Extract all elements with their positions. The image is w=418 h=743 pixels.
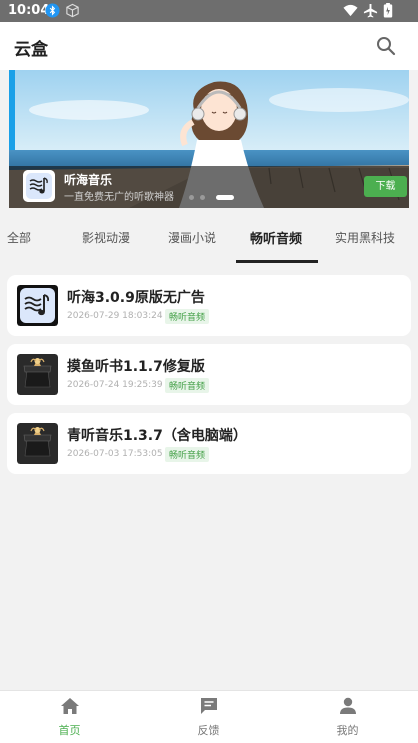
download-button[interactable]: 下载 [364, 176, 407, 197]
item-date: 2026-07-29 18:03:24 [67, 311, 163, 321]
list-item[interactable]: 听海3.0.9原版无广告 2026-07-29 18:03:24 畅听音频 [7, 275, 411, 336]
banner-dot[interactable] [200, 195, 205, 200]
nav-home[interactable]: 首页 [0, 691, 139, 743]
tab-tools[interactable]: 实用黑科技 [335, 229, 395, 246]
tab-all[interactable]: 全部 [7, 229, 31, 246]
status-time: 10:04 [8, 3, 50, 18]
tab-comics-novels[interactable]: 漫画小说 [168, 229, 216, 246]
person-icon [340, 697, 356, 714]
gift-box-icon [17, 354, 58, 395]
battery-icon [383, 3, 393, 18]
tab-film-anime[interactable]: 影视动漫 [82, 229, 130, 246]
tinghai-music-icon [23, 170, 55, 202]
item-tag: 畅听音频 [165, 309, 210, 324]
nav-profile[interactable]: 我的 [278, 691, 417, 743]
category-tabs: 全部 影视动漫 漫画小说 畅听音频 实用黑科技 [0, 208, 418, 264]
item-name: 听海3.0.9原版无广告 [67, 290, 205, 306]
list-item[interactable]: 摸鱼听书1.1.7修复版 2026-07-24 19:25:39 畅听音频 [7, 344, 411, 405]
feedback-icon [201, 698, 217, 714]
cube-icon [66, 3, 79, 18]
home-icon [61, 698, 79, 714]
nav-profile-label: 我的 [336, 724, 359, 737]
banner-dot-active[interactable] [216, 195, 234, 200]
gift-box-icon [17, 423, 58, 464]
tab-audio[interactable]: 畅听音频 [250, 228, 302, 247]
list-item[interactable]: 青听音乐1.3.7（含电脑端） 2026-07-03 17:53:05 畅听音频 [7, 413, 411, 474]
banner-app-name: 听海音乐 [64, 173, 113, 187]
item-date: 2026-07-03 17:53:05 [67, 449, 163, 459]
wifi-icon [343, 4, 358, 17]
banner-subtitle: 一直免费无广的听歌神器 [64, 192, 174, 203]
item-tag: 畅听音频 [165, 378, 210, 393]
nav-feedback[interactable]: 反馈 [139, 691, 278, 743]
app-title: 云盒 [14, 40, 48, 60]
item-tag: 畅听音频 [165, 447, 210, 462]
app-bar: 云盒 [0, 22, 418, 70]
tab-indicator [236, 260, 318, 263]
banner-dot[interactable] [189, 195, 194, 200]
promo-banner[interactable]: 听海音乐 一直免费无广的听歌神器 下载 [9, 70, 409, 208]
nav-home-label: 首页 [58, 724, 81, 737]
nav-feedback-label: 反馈 [197, 724, 220, 737]
item-name: 摸鱼听书1.1.7修复版 [67, 359, 205, 375]
tinghai-music-icon [17, 285, 58, 326]
item-name: 青听音乐1.3.7（含电脑端） [67, 428, 247, 444]
search-icon[interactable] [374, 34, 398, 58]
status-bar: 10:04 [0, 0, 418, 22]
bluetooth-icon [45, 3, 60, 18]
airplane-icon [363, 3, 378, 18]
bottom-nav: 首页 反馈 我的 [0, 690, 418, 743]
item-date: 2026-07-24 19:25:39 [67, 380, 163, 390]
